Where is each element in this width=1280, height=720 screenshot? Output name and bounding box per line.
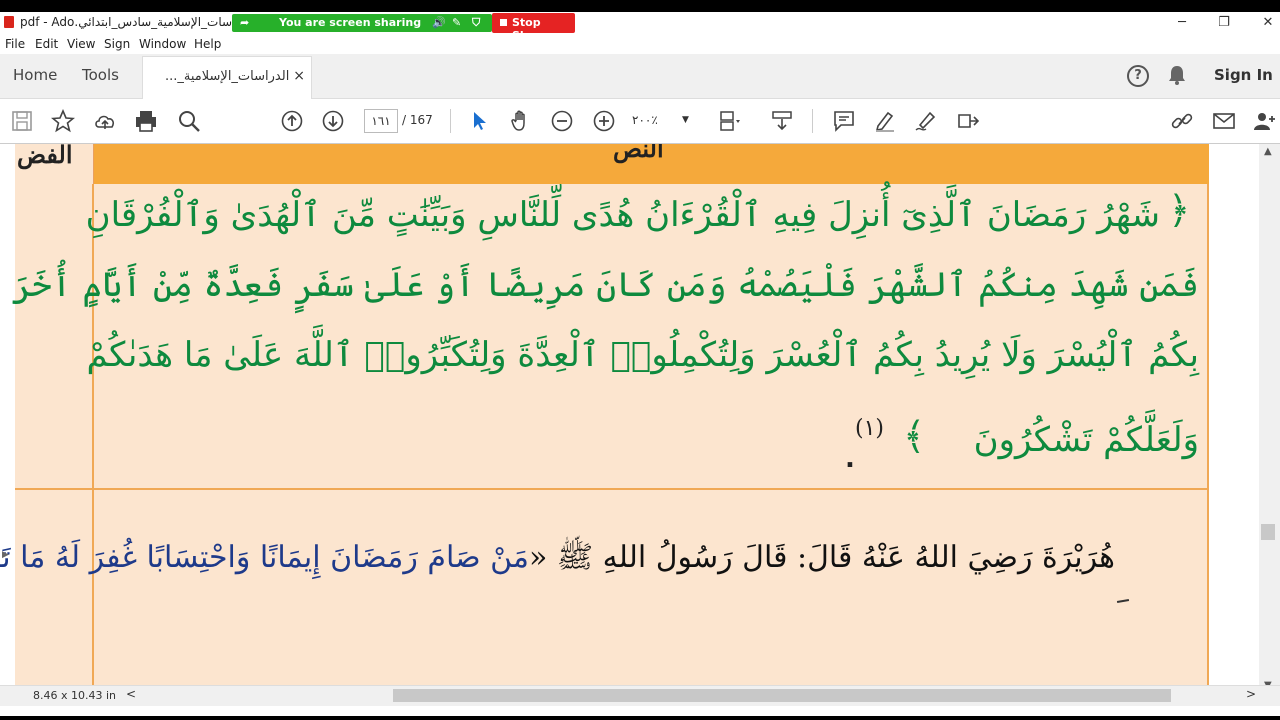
column-divider: [92, 184, 94, 685]
section-header-bar: الفض النص: [15, 144, 1209, 184]
menu-view[interactable]: View: [67, 37, 95, 51]
chevron-down-icon[interactable]: ▼: [682, 115, 689, 125]
menu-window[interactable]: Window: [139, 37, 186, 51]
stop-share-button[interactable]: Stop Share: [492, 13, 575, 42]
verse-close-bracket: ﴾: [903, 414, 926, 458]
shield-icon[interactable]: ⛉: [472, 16, 480, 30]
upload-cloud-icon[interactable]: [93, 109, 117, 133]
share-export-icon[interactable]: [956, 109, 980, 133]
page-total: / 167: [402, 113, 433, 127]
tab-document[interactable]: الدراسات_الإسلامية_... ×: [142, 56, 312, 99]
verse-line-4: وَلَعَلَّكُمْ تَشْكُرُونَ: [973, 420, 1199, 460]
toolbar: ١٦١ / 167 ٢٠٠٪ ▼: [0, 99, 1280, 144]
pdf-page: الفض النص ﴿ شَهْرُ رَمَضَانَ ٱلَّذِىٓ أُ…: [0, 144, 1209, 685]
vertical-scrollbar[interactable]: ▲ ▼: [1259, 144, 1280, 697]
toolbar-separator: [450, 109, 451, 133]
hadith-text: هُرَيْرَةَ رَضِيَ اللهُ عَنْهُ قَالَ: قَ…: [0, 539, 1115, 582]
hadith-quote: مَنْ صَامَ رَمَضَانَ إِيمَانًا وَاحْتِسَ…: [0, 540, 530, 575]
email-icon[interactable]: [1212, 109, 1236, 133]
hand-tool-icon[interactable]: [509, 109, 533, 133]
menu-help[interactable]: Help: [194, 37, 221, 51]
document-view[interactable]: الفض النص ﴿ شَهْرُ رَمَضَانَ ٱلَّذِىٓ أُ…: [0, 144, 1259, 685]
side-panel-toggle-icon[interactable]: ▶: [2, 550, 9, 560]
select-cursor-icon[interactable]: [468, 109, 492, 133]
verse-line-3: بِكُمُ ٱلْيُسْرَ وَلَا يُرِيدُ بِكُمُ ٱل…: [86, 335, 1199, 375]
bookmark-star-icon[interactable]: [50, 108, 76, 133]
stop-square-icon: [500, 19, 507, 26]
menu-bar: File Edit View Sign Window Help: [0, 34, 1280, 54]
tab-bar: Home Tools الدراسات_الإسلامية_... × ? Si…: [0, 54, 1280, 99]
screen-sharing-banner: ➦ You are screen sharing 🔊 ✎ ⛉: [232, 14, 492, 32]
speaker-icon[interactable]: 🔊: [432, 16, 446, 29]
microphone-muted-icon[interactable]: ✎: [452, 16, 461, 29]
screen-sharing-status: You are screen sharing: [279, 16, 422, 29]
tab-tools[interactable]: Tools: [82, 66, 119, 84]
scroll-mode-icon[interactable]: [770, 109, 794, 133]
scroll-left-icon[interactable]: <: [126, 687, 136, 701]
add-user-icon[interactable]: [1253, 109, 1277, 133]
notification-bell-icon[interactable]: [1168, 64, 1186, 86]
help-icon[interactable]: ?: [1127, 65, 1149, 87]
hadith-narrator: هُرَيْرَةَ رَضِيَ اللهُ عَنْهُ قَالَ: قَ…: [529, 540, 1115, 575]
document-tab-label: الدراسات_الإسلامية_...: [165, 69, 290, 84]
minimize-button[interactable]: ─: [1160, 12, 1204, 34]
zoom-in-icon[interactable]: [592, 109, 616, 133]
menu-sign[interactable]: Sign: [104, 37, 130, 51]
close-tab-icon[interactable]: ×: [293, 68, 305, 84]
sign-in-button[interactable]: Sign In: [1214, 66, 1273, 84]
verse-line-2: فَمَن شَهِدَ مِنكُمُ ٱلشَّهْرَ فَلْيَصُم…: [0, 265, 1199, 305]
zoom-level[interactable]: ٢٠٠٪: [632, 113, 658, 127]
close-window-button[interactable]: ✕: [1246, 12, 1280, 34]
menu-edit[interactable]: Edit: [35, 37, 58, 51]
page-size-readout: 8.46 x 10.43 in: [33, 689, 117, 702]
zoom-out-icon[interactable]: [550, 109, 574, 133]
vertical-scroll-thumb[interactable]: [1261, 524, 1275, 540]
page-border-right: [1207, 184, 1209, 685]
sign-pen-icon[interactable]: [914, 109, 938, 133]
verse-open-bracket: ﴿: [1168, 188, 1191, 232]
save-icon[interactable]: [10, 109, 34, 133]
verse-line-1: شَهْرُ رَمَضَانَ ٱلَّذِىٓ أُنزِلَ فِيهِ …: [85, 195, 1160, 235]
acrobat-window: الدراسات_الإسلامية_سادس_ابتدائي.pdf - Ad…: [0, 12, 1280, 716]
title-bar: الدراسات_الإسلامية_سادس_ابتدائي.pdf - Ad…: [0, 12, 1280, 42]
horizontal-scroll-thumb[interactable]: [393, 689, 1171, 702]
comment-icon[interactable]: [832, 109, 856, 133]
header-title: النص: [613, 144, 664, 163]
footnote-marker: (١): [855, 416, 885, 441]
scroll-right-icon[interactable]: >: [1246, 687, 1256, 701]
pdf-app-icon: [4, 16, 14, 28]
highlight-pen-icon[interactable]: [873, 109, 897, 133]
menu-file[interactable]: File: [5, 37, 25, 51]
header-left-cell: الفض: [15, 144, 94, 184]
page-number-input[interactable]: ١٦١: [364, 109, 398, 133]
toolbar-separator: [812, 109, 813, 133]
share-arrow-icon: ➦: [240, 16, 250, 29]
status-bar: 8.46 x 10.43 in < >: [0, 685, 1280, 706]
header-left-text: الفض: [17, 144, 73, 169]
row-divider: [15, 488, 1209, 490]
search-icon[interactable]: [177, 109, 201, 133]
verse-period: .: [845, 444, 855, 474]
link-icon[interactable]: [1170, 109, 1194, 133]
next-page-icon[interactable]: [321, 109, 345, 133]
previous-page-icon[interactable]: [280, 109, 304, 133]
page-view-icon[interactable]: [718, 109, 742, 133]
restore-button[interactable]: ❐: [1202, 12, 1246, 34]
print-icon[interactable]: [134, 109, 158, 133]
ink-mark: [1116, 598, 1130, 604]
window-title: الدراسات_الإسلامية_سادس_ابتدائي.pdf - Ad…: [20, 15, 255, 29]
tab-home[interactable]: Home: [13, 66, 57, 84]
scroll-up-icon[interactable]: ▲: [1264, 146, 1272, 157]
